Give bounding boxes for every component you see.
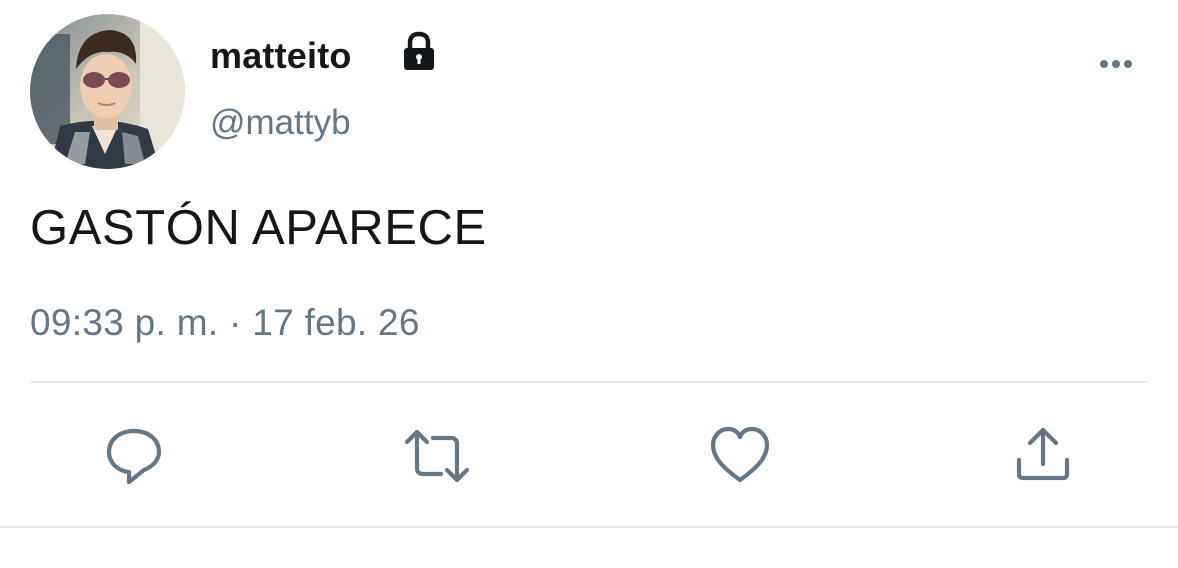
divider (30, 381, 1148, 383)
more-options-button[interactable] (1094, 52, 1138, 76)
avatar-image (30, 14, 185, 169)
lock-icon (398, 30, 440, 72)
more-horizontal-icon (1100, 60, 1132, 68)
tweet-text: GASTÓN APARECE (30, 201, 487, 255)
reply-icon (106, 428, 162, 485)
retweet-icon (404, 429, 470, 483)
heart-icon (710, 426, 770, 483)
share-button[interactable] (1011, 424, 1075, 488)
like-button[interactable] (708, 424, 772, 488)
tweet-timestamp[interactable]: 09:33 p. m. · 17 feb. 26 (30, 300, 420, 346)
retweet-button[interactable] (403, 424, 470, 488)
user-handle[interactable]: @mattyb (210, 101, 351, 145)
avatar[interactable] (30, 14, 185, 169)
reply-button[interactable] (102, 424, 166, 488)
display-name[interactable]: matteito (210, 34, 352, 78)
bottom-divider (0, 526, 1178, 528)
share-icon (1016, 427, 1070, 481)
